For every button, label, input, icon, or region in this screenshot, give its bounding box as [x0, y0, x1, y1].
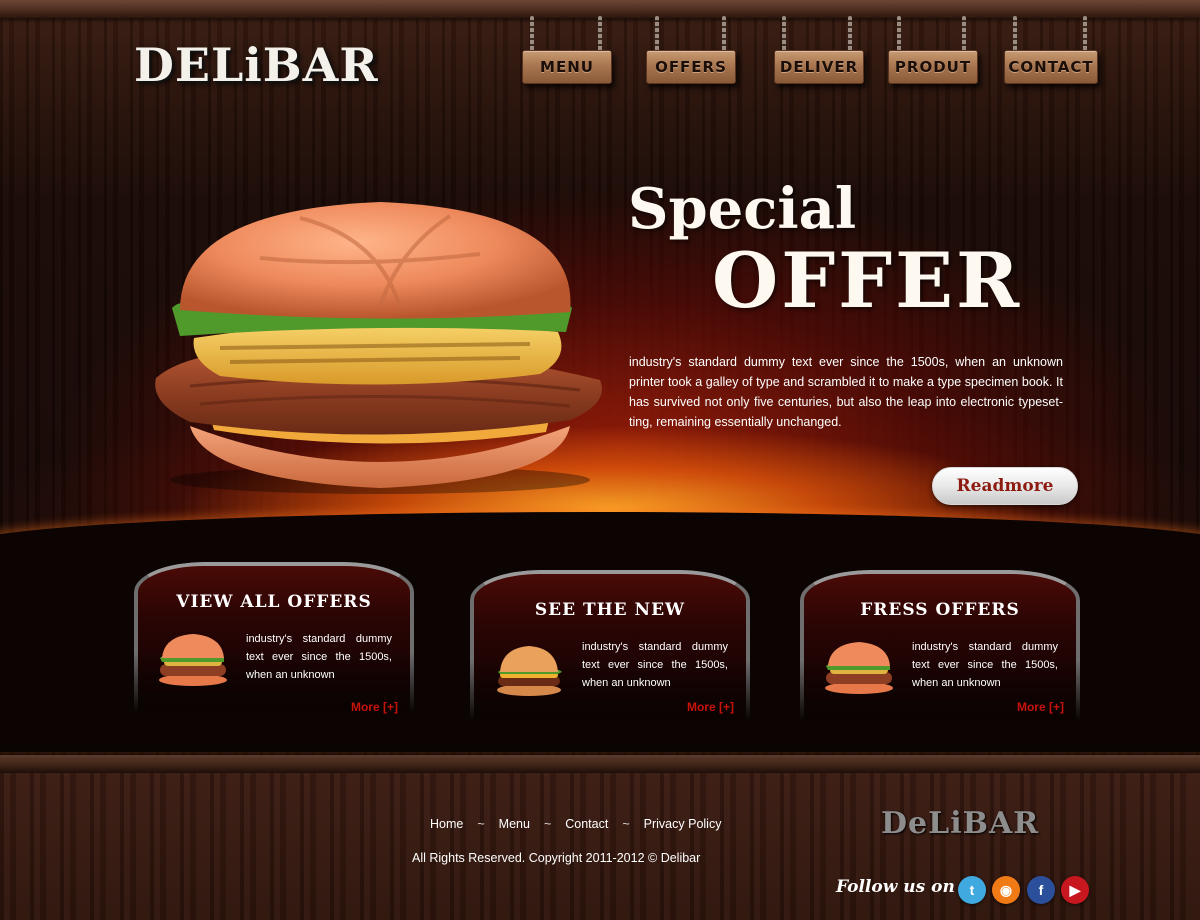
footer-separator: ~ — [477, 817, 485, 831]
nav-chain — [897, 16, 901, 52]
youtube-icon[interactable]: ▶ — [1061, 876, 1089, 904]
facebook-icon[interactable]: f — [1027, 876, 1055, 904]
footer-link-home[interactable]: Home — [430, 817, 463, 831]
footer-link-menu[interactable]: Menu — [499, 817, 530, 831]
nav-chain — [530, 16, 534, 52]
feature-title: VIEW ALL OFFERS — [176, 592, 372, 612]
nav-chain — [962, 16, 966, 52]
feature-burger-thumbnail — [825, 642, 893, 694]
nav-chain — [1013, 16, 1017, 52]
feature-title: SEE THE NEW — [534, 600, 686, 620]
footer-separator: ~ — [622, 817, 630, 831]
feature-title: FRESS OFFERS — [860, 600, 1020, 620]
nav-deliver[interactable]: DELIVER — [774, 50, 864, 84]
nav-contact[interactable]: CONTACT — [1004, 50, 1098, 84]
nav-chain — [722, 16, 726, 52]
hero-title-special: Special — [628, 176, 857, 242]
hero-description: industry's standard dummy text ever sinc… — [629, 355, 1063, 429]
nav-chain — [782, 16, 786, 52]
hero-title-offer: OFFER — [712, 236, 1023, 325]
footer-link-privacy-policy[interactable]: Privacy Policy — [644, 817, 722, 831]
feature-more-link[interactable]: More [+] — [351, 700, 398, 714]
follow-us-label: Follow us on — [836, 877, 955, 897]
feature-burger-thumbnail — [159, 634, 227, 686]
nav-chain — [655, 16, 659, 52]
feature-box-see-the-new: SEE THE NEW industry's standard dummy te… — [470, 570, 750, 720]
feature-more-link[interactable]: More [+] — [1017, 700, 1064, 714]
footer-separator: ~ — [543, 817, 552, 831]
nav-offers[interactable]: OFFERS — [646, 50, 736, 84]
feature-text: industry's standard dummy text ever sinc… — [912, 641, 1058, 689]
feature-text: industry's standard dummy text ever sinc… — [246, 633, 392, 681]
twitter-icon[interactable]: t — [958, 876, 986, 904]
nav-chain — [848, 16, 852, 52]
feature-more-link[interactable]: More [+] — [687, 700, 734, 714]
rss-icon[interactable]: ◉ — [992, 876, 1020, 904]
nav-menu[interactable]: MENU — [522, 50, 612, 84]
footer-nav: Home ~ Menu ~ Contact ~ Privacy Policy — [430, 817, 721, 831]
nav-produt[interactable]: PRODUT — [888, 50, 978, 84]
readmore-button[interactable]: Readmore — [932, 467, 1078, 505]
nav-chain — [1083, 16, 1087, 52]
footer — [0, 773, 1200, 920]
main-nav: MENU OFFERS DELIVER PRODUT CONTACT — [0, 0, 1200, 100]
copyright-text: All Rights Reserved. Copyright 2011-2012… — [412, 851, 701, 865]
feature-text: industry's standard dummy text ever sinc… — [582, 641, 728, 689]
footer-wood-rail — [0, 755, 1200, 773]
feature-box-view-all-offers: VIEW ALL OFFERS industry's standard dumm… — [134, 562, 414, 714]
footer-logo: DeLiBAR — [881, 806, 1040, 841]
feature-burger-thumbnail — [497, 646, 562, 696]
footer-link-contact[interactable]: Contact — [565, 817, 608, 831]
feature-box-fress-offers: FRESS OFFERS industry's standard dummy t… — [800, 570, 1080, 720]
nav-chain — [598, 16, 602, 52]
burger-image — [155, 202, 602, 494]
